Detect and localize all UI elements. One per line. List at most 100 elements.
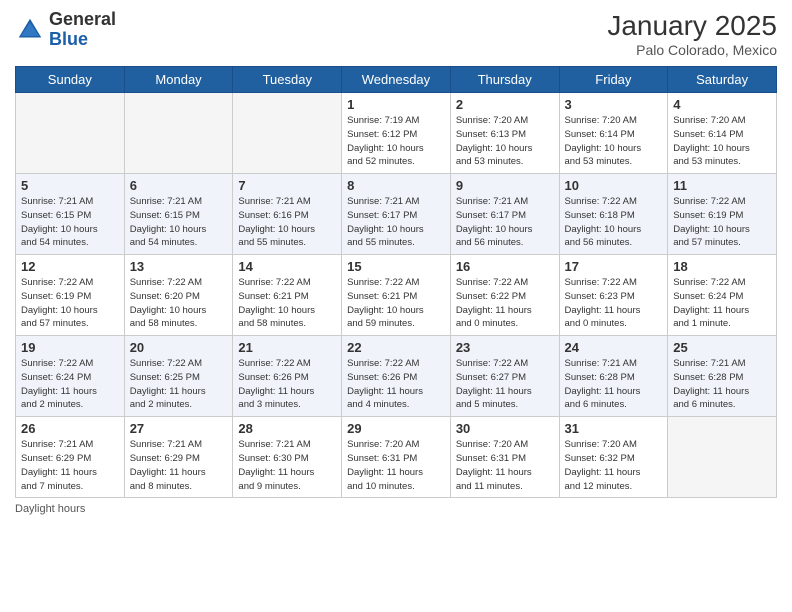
day-number: 10	[565, 178, 663, 193]
calendar-cell: 13Sunrise: 7:22 AM Sunset: 6:20 PM Dayli…	[124, 255, 233, 336]
day-info: Sunrise: 7:21 AM Sunset: 6:17 PM Dayligh…	[347, 195, 445, 250]
day-info: Sunrise: 7:21 AM Sunset: 6:28 PM Dayligh…	[673, 357, 771, 412]
calendar-week: 19Sunrise: 7:22 AM Sunset: 6:24 PM Dayli…	[16, 336, 777, 417]
calendar-cell: 16 Sunrise: 7:22 AM Sunset: 6:22 PM Dayli…	[450, 255, 559, 336]
page: General Blue January 2025 Palo Colorado,…	[0, 0, 792, 612]
day-number: 12	[21, 259, 119, 274]
day-number: 6	[130, 178, 228, 193]
calendar-cell: 7 Sunrise: 7:21 AM Sunset: 6:16 PM Daylig…	[233, 174, 342, 255]
calendar-cell: 30 Sunrise: 7:20 AM Sunset: 6:31 PM Dayli…	[450, 417, 559, 498]
calendar-cell: 8Sunrise: 7:21 AM Sunset: 6:17 PM Daylig…	[342, 174, 451, 255]
day-info: Sunrise: 7:21 AM Sunset: 6:16 PM Dayligh…	[238, 195, 336, 250]
day-number: 30	[456, 421, 554, 436]
day-info: Sunrise: 7:20 AM Sunset: 6:31 PM Dayligh…	[347, 438, 445, 493]
day-number: 23	[456, 340, 554, 355]
day-info: Sunrise: 7:21 AM Sunset: 6:28 PM Dayligh…	[565, 357, 663, 412]
calendar-week: 1 Sunrise: 7:19 AM Sunset: 6:12 PM Daylig…	[16, 93, 777, 174]
logo-general: General	[49, 9, 116, 29]
day-number: 28	[238, 421, 336, 436]
day-info: Sunrise: 7:22 AM Sunset: 6:24 PM Dayligh…	[21, 357, 119, 412]
header: General Blue January 2025 Palo Colorado,…	[15, 10, 777, 58]
day-number: 2	[456, 97, 554, 112]
day-number: 24	[565, 340, 663, 355]
calendar-cell: 18 Sunrise: 7:22 AM Sunset: 6:24 PM Dayli…	[668, 255, 777, 336]
logo-icon	[15, 15, 45, 45]
weekday-header: Monday	[124, 67, 233, 93]
calendar-cell: 1 Sunrise: 7:19 AM Sunset: 6:12 PM Daylig…	[342, 93, 451, 174]
day-info: Sunrise: 7:21 AM Sunset: 6:17 PM Dayligh…	[456, 195, 554, 250]
day-number: 9	[456, 178, 554, 193]
day-info: Sunrise: 7:22 AM Sunset: 6:24 PM Dayligh…	[673, 276, 771, 331]
day-number: 4	[673, 97, 771, 112]
day-info: Sunrise: 7:21 AM Sunset: 6:15 PM Dayligh…	[130, 195, 228, 250]
day-number: 7	[238, 178, 336, 193]
day-number: 17	[565, 259, 663, 274]
day-number: 31	[565, 421, 663, 436]
day-number: 1	[347, 97, 445, 112]
calendar-cell: 5 Sunrise: 7:21 AM Sunset: 6:15 PM Daylig…	[16, 174, 125, 255]
day-number: 29	[347, 421, 445, 436]
day-number: 26	[21, 421, 119, 436]
weekday-header-row: SundayMondayTuesdayWednesdayThursdayFrid…	[16, 67, 777, 93]
calendar-cell: 12 Sunrise: 7:22 AM Sunset: 6:19 PM Dayli…	[16, 255, 125, 336]
calendar-cell: 14 Sunrise: 7:22 AM Sunset: 6:21 PM Dayli…	[233, 255, 342, 336]
day-info: Sunrise: 7:21 AM Sunset: 6:30 PM Dayligh…	[238, 438, 336, 493]
weekday-header: Saturday	[668, 67, 777, 93]
day-number: 5	[21, 178, 119, 193]
calendar-cell: 24 Sunrise: 7:21 AM Sunset: 6:28 PM Dayli…	[559, 336, 668, 417]
day-info: Sunrise: 7:22 AM Sunset: 6:22 PM Dayligh…	[456, 276, 554, 331]
footer-note: Daylight hours	[15, 503, 777, 515]
location: Palo Colorado, Mexico	[607, 42, 777, 58]
day-number: 27	[130, 421, 228, 436]
day-number: 21	[238, 340, 336, 355]
weekday-header: Thursday	[450, 67, 559, 93]
calendar-cell: 26 Sunrise: 7:21 AM Sunset: 6:29 PM Dayli…	[16, 417, 125, 498]
calendar-cell: 2 Sunrise: 7:20 AM Sunset: 6:13 PM Daylig…	[450, 93, 559, 174]
day-number: 22	[347, 340, 445, 355]
day-info: Sunrise: 7:20 AM Sunset: 6:13 PM Dayligh…	[456, 114, 554, 169]
calendar-cell: 20 Sunrise: 7:22 AM Sunset: 6:25 PM Dayli…	[124, 336, 233, 417]
logo-text: General Blue	[49, 10, 116, 50]
title-block: January 2025 Palo Colorado, Mexico	[607, 10, 777, 58]
day-info: Sunrise: 7:22 AM Sunset: 6:26 PM Dayligh…	[238, 357, 336, 412]
logo: General Blue	[15, 10, 116, 50]
day-number: 20	[130, 340, 228, 355]
day-info: Sunrise: 7:21 AM Sunset: 6:15 PM Dayligh…	[21, 195, 119, 250]
calendar-cell: 6 Sunrise: 7:21 AM Sunset: 6:15 PM Daylig…	[124, 174, 233, 255]
calendar-cell: 9 Sunrise: 7:21 AM Sunset: 6:17 PM Daylig…	[450, 174, 559, 255]
day-info: Sunrise: 7:21 AM Sunset: 6:29 PM Dayligh…	[21, 438, 119, 493]
calendar-cell: 15Sunrise: 7:22 AM Sunset: 6:21 PM Dayli…	[342, 255, 451, 336]
calendar-cell: 11Sunrise: 7:22 AM Sunset: 6:19 PM Dayli…	[668, 174, 777, 255]
day-number: 16	[456, 259, 554, 274]
calendar-cell	[668, 417, 777, 498]
day-info: Sunrise: 7:20 AM Sunset: 6:31 PM Dayligh…	[456, 438, 554, 493]
day-info: Sunrise: 7:22 AM Sunset: 6:19 PM Dayligh…	[21, 276, 119, 331]
day-info: Sunrise: 7:22 AM Sunset: 6:26 PM Dayligh…	[347, 357, 445, 412]
calendar-week: 5 Sunrise: 7:21 AM Sunset: 6:15 PM Daylig…	[16, 174, 777, 255]
day-number: 14	[238, 259, 336, 274]
calendar: SundayMondayTuesdayWednesdayThursdayFrid…	[15, 66, 777, 498]
calendar-cell: 27Sunrise: 7:21 AM Sunset: 6:29 PM Dayli…	[124, 417, 233, 498]
day-number: 15	[347, 259, 445, 274]
calendar-cell: 22 Sunrise: 7:22 AM Sunset: 6:26 PM Dayli…	[342, 336, 451, 417]
calendar-cell: 21 Sunrise: 7:22 AM Sunset: 6:26 PM Dayli…	[233, 336, 342, 417]
day-info: Sunrise: 7:22 AM Sunset: 6:25 PM Dayligh…	[130, 357, 228, 412]
calendar-cell	[124, 93, 233, 174]
day-info: Sunrise: 7:22 AM Sunset: 6:19 PM Dayligh…	[673, 195, 771, 250]
day-info: Sunrise: 7:19 AM Sunset: 6:12 PM Dayligh…	[347, 114, 445, 169]
weekday-header: Wednesday	[342, 67, 451, 93]
calendar-cell: 17Sunrise: 7:22 AM Sunset: 6:23 PM Dayli…	[559, 255, 668, 336]
calendar-week: 26 Sunrise: 7:21 AM Sunset: 6:29 PM Dayli…	[16, 417, 777, 498]
calendar-cell	[233, 93, 342, 174]
weekday-header: Friday	[559, 67, 668, 93]
calendar-cell: 3Sunrise: 7:20 AM Sunset: 6:14 PM Daylig…	[559, 93, 668, 174]
day-info: Sunrise: 7:22 AM Sunset: 6:20 PM Dayligh…	[130, 276, 228, 331]
day-info: Sunrise: 7:22 AM Sunset: 6:21 PM Dayligh…	[238, 276, 336, 331]
weekday-header: Tuesday	[233, 67, 342, 93]
day-info: Sunrise: 7:20 AM Sunset: 6:14 PM Dayligh…	[565, 114, 663, 169]
day-number: 25	[673, 340, 771, 355]
calendar-cell: 28 Sunrise: 7:21 AM Sunset: 6:30 PM Dayli…	[233, 417, 342, 498]
logo-blue: Blue	[49, 29, 88, 49]
calendar-week: 12 Sunrise: 7:22 AM Sunset: 6:19 PM Dayli…	[16, 255, 777, 336]
day-number: 18	[673, 259, 771, 274]
